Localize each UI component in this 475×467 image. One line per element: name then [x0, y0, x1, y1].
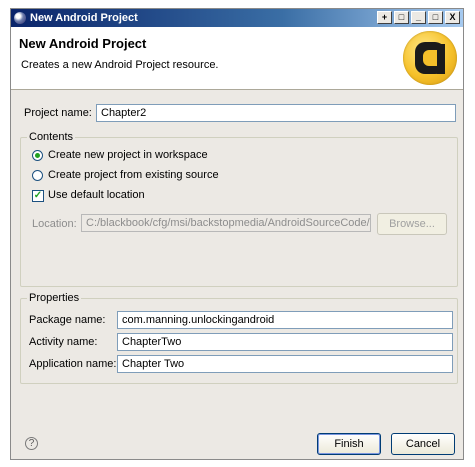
package-name-input[interactable]: com.manning.unlockingandroid — [117, 311, 453, 329]
cancel-button-label: Cancel — [405, 438, 441, 450]
window-title: New Android Project — [30, 12, 138, 24]
properties-legend: Properties — [27, 292, 82, 304]
eclipse-logo-icon — [403, 31, 457, 85]
radio-existing-source-label[interactable]: Create project from existing source — [48, 169, 219, 181]
radio-existing-source[interactable] — [32, 170, 43, 181]
finish-button-label: Finish — [334, 438, 364, 450]
extra-pin-button[interactable]: + — [377, 11, 392, 24]
minimize-button[interactable]: _ — [411, 11, 426, 24]
contents-legend: Contents — [27, 131, 76, 143]
banner-title: New Android Project — [19, 36, 147, 51]
location-input[interactable]: C:/blackbook/cfg/msi/backstopmedia/Andro… — [81, 214, 371, 232]
application-name-input[interactable]: Chapter Two — [117, 355, 453, 373]
project-name-input[interactable]: Chapter2 — [96, 104, 456, 122]
eclipse-app-icon — [14, 12, 26, 24]
location-label: Location: — [32, 218, 77, 230]
title-bar[interactable]: New Android Project + □ _ □ X — [11, 9, 463, 27]
new-android-project-dialog: New Android Project + □ _ □ X New Androi… — [10, 8, 464, 460]
logo-glyph-cut — [423, 50, 437, 66]
radio-create-new[interactable] — [32, 150, 43, 161]
default-location-label[interactable]: Use default location — [48, 189, 145, 201]
default-location-checkbox[interactable]: ✓ — [32, 190, 44, 202]
wizard-banner: New Android Project Creates a new Androi… — [11, 27, 463, 90]
activity-name-label: Activity name: — [29, 336, 98, 348]
cancel-button[interactable]: Cancel — [391, 433, 455, 455]
extra-restore-button[interactable]: □ — [394, 11, 409, 24]
close-button[interactable]: X — [445, 11, 460, 24]
browse-button[interactable]: Browse... — [377, 213, 447, 235]
radio-create-new-label[interactable]: Create new project in workspace — [48, 149, 208, 161]
banner-description: Creates a new Android Project resource. — [21, 59, 219, 71]
properties-group: Properties Package name: com.manning.unl… — [20, 292, 458, 384]
finish-button[interactable]: Finish — [317, 433, 381, 455]
contents-group: Contents Create new project in workspace… — [20, 131, 458, 287]
application-name-label: Application name: — [29, 358, 117, 370]
maximize-button[interactable]: □ — [428, 11, 443, 24]
project-name-label: Project name: — [24, 107, 92, 119]
window-controls: + □ _ □ X — [377, 11, 460, 25]
activity-name-input[interactable]: ChapterTwo — [117, 333, 453, 351]
logo-glyph-bar — [437, 44, 445, 74]
package-name-label: Package name: — [29, 314, 106, 326]
help-icon[interactable]: ? — [25, 437, 38, 450]
